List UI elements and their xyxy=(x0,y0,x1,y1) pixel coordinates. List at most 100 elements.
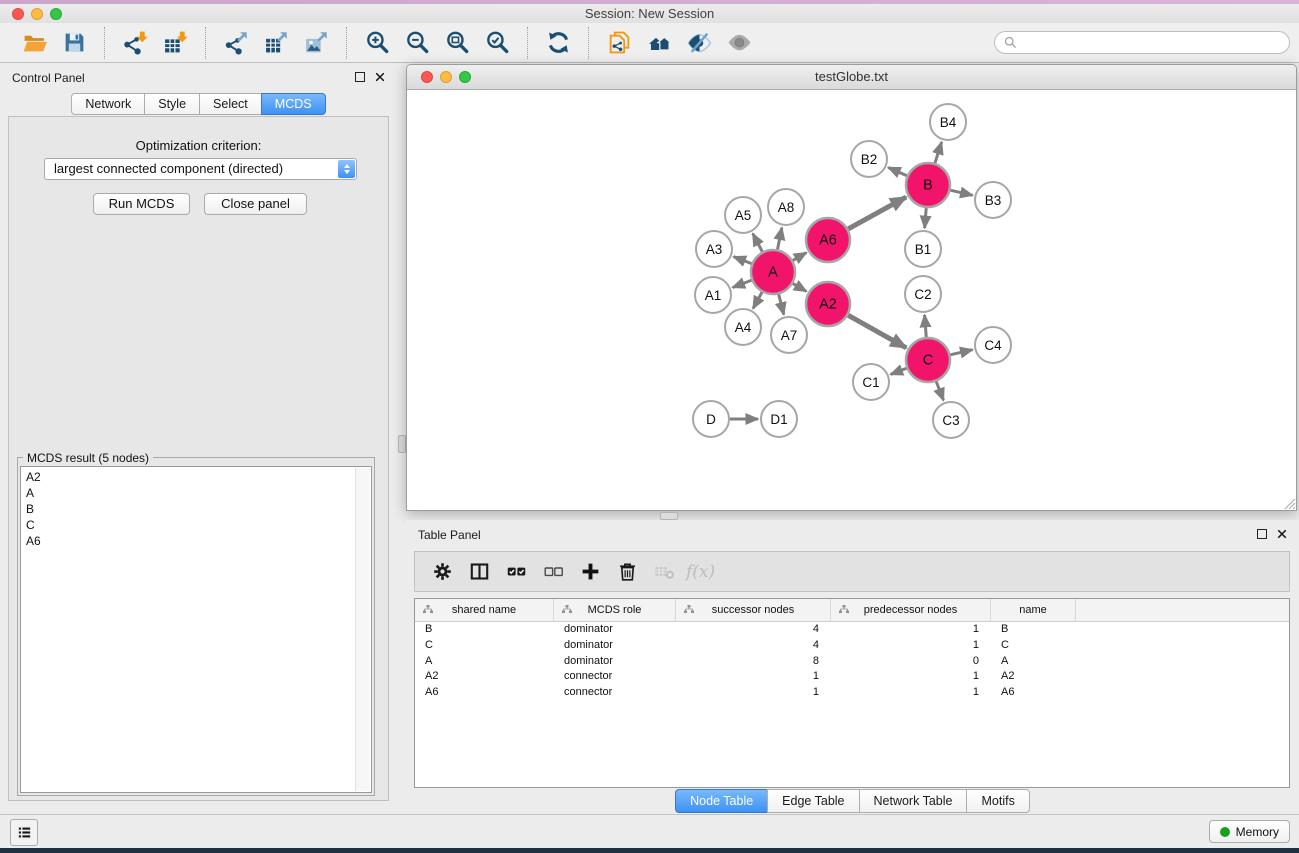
window-title: Session: New Session xyxy=(0,4,1299,24)
network-close-button[interactable] xyxy=(421,71,433,83)
zoom-out-button[interactable] xyxy=(400,28,434,58)
column-header-successor-nodes[interactable]: successor nodes xyxy=(676,599,831,621)
list-icon xyxy=(16,824,33,841)
apply-preferred-layout-button[interactable] xyxy=(541,28,575,58)
mcds-result-groupbox: MCDS result (5 nodes) A2ABCA6 xyxy=(17,457,375,796)
show-columns-button[interactable] xyxy=(464,558,495,586)
tab-select[interactable]: Select xyxy=(199,93,262,115)
edge-B-B2[interactable] xyxy=(888,167,907,175)
table-row[interactable]: A6connector11A6 xyxy=(415,685,1289,701)
zoom-fit-content-button[interactable] xyxy=(440,28,474,58)
network-canvas[interactable]: B4B2BB3A8A5A6A3B1AA1C2A2A4A7C4CC1DD1C3 xyxy=(407,90,1296,510)
export-table-button[interactable] xyxy=(259,28,293,58)
search-box[interactable] xyxy=(994,31,1290,54)
export-image-button[interactable] xyxy=(299,28,333,58)
edge-C-C1[interactable] xyxy=(891,368,907,374)
horizontal-split-grip[interactable] xyxy=(660,512,678,520)
mcds-result-item[interactable]: A2 xyxy=(21,469,371,485)
zoom-in-button[interactable] xyxy=(360,28,394,58)
edge-A-A4[interactable] xyxy=(753,292,762,308)
vertical-split-grip[interactable] xyxy=(398,435,406,453)
table-mode-options-button[interactable] xyxy=(427,558,458,586)
select-all-button[interactable] xyxy=(501,558,532,586)
run-mcds-button[interactable]: Run MCDS xyxy=(93,193,190,215)
edge-A-A1[interactable] xyxy=(733,280,752,287)
search-input[interactable] xyxy=(1022,35,1281,51)
mcds-result-item[interactable]: A xyxy=(21,485,371,501)
tab-network[interactable]: Network xyxy=(71,93,145,115)
table-row[interactable]: Cdominator41C xyxy=(415,638,1289,654)
edge-A-A7[interactable] xyxy=(779,294,784,314)
close-panel-button[interactable]: Close panel xyxy=(204,193,307,215)
mcds-result-item[interactable]: B xyxy=(21,501,371,517)
create-new-column-button[interactable] xyxy=(575,558,606,586)
show-hide-graphics-details-button[interactable] xyxy=(682,28,716,58)
float-table-panel-icon[interactable] xyxy=(1257,529,1267,539)
save-session-button[interactable] xyxy=(57,28,91,58)
edge-C-C3[interactable] xyxy=(936,381,943,400)
tab-style[interactable]: Style xyxy=(144,93,200,115)
column-header-shared-name[interactable]: shared name xyxy=(415,599,554,621)
deselect-all-button[interactable] xyxy=(538,558,569,586)
node-label-C: C xyxy=(923,353,933,369)
delete-columns-button[interactable] xyxy=(612,558,643,586)
toggle-network-view-button[interactable] xyxy=(722,28,756,58)
list-scrollbar[interactable] xyxy=(355,468,370,791)
node-label-D: D xyxy=(706,412,716,427)
memory-button[interactable]: Memory xyxy=(1209,820,1290,843)
edge-A-A6[interactable] xyxy=(793,253,807,261)
open-session-button[interactable] xyxy=(17,28,51,58)
tab-node-table[interactable]: Node Table xyxy=(675,789,768,813)
table-row[interactable]: A2connector11A2 xyxy=(415,669,1289,685)
cytoscape-window: Session: New Session Control Panel xyxy=(0,4,1299,848)
clone-network-button[interactable] xyxy=(602,28,636,58)
table-row[interactable]: Adominator80A xyxy=(415,654,1289,670)
tab-edge-table[interactable]: Edge Table xyxy=(767,789,859,813)
close-panel-icon[interactable] xyxy=(375,72,385,82)
table-row[interactable]: Bdominator41B xyxy=(415,622,1289,638)
column-header-name[interactable]: name xyxy=(991,599,1076,621)
edge-B-B4[interactable] xyxy=(935,142,942,163)
search-icon xyxy=(1003,35,1018,50)
window-resize-grip[interactable] xyxy=(1282,496,1296,510)
column-header-predecessor-nodes[interactable]: predecessor nodes xyxy=(831,599,991,621)
close-window-button[interactable] xyxy=(12,8,24,20)
edge-A-A5[interactable] xyxy=(753,234,763,252)
import-table-from-file-button[interactable] xyxy=(158,28,192,58)
screen: Session: New Session Control Panel xyxy=(0,0,1299,853)
column-header-mcds-role[interactable]: MCDS role xyxy=(554,599,676,621)
tree-icon xyxy=(422,604,434,616)
export-network-button[interactable] xyxy=(219,28,253,58)
table-cell: A xyxy=(991,654,1076,670)
edge-A-A3[interactable] xyxy=(734,257,752,264)
edge-A-A8[interactable] xyxy=(778,228,782,250)
zoom-selected-button[interactable] xyxy=(480,28,514,58)
edge-B-B3[interactable] xyxy=(950,190,972,195)
float-panel-icon[interactable] xyxy=(355,72,365,82)
tab-mcds[interactable]: MCDS xyxy=(261,93,326,115)
edge-B-B1[interactable] xyxy=(925,208,927,228)
edge-C-C2[interactable] xyxy=(925,315,927,337)
tab-network-table[interactable]: Network Table xyxy=(859,789,968,813)
export-image-icon xyxy=(304,30,329,55)
mcds-result-item[interactable]: C xyxy=(21,517,371,533)
mcds-result-item[interactable]: A6 xyxy=(21,533,371,549)
mcds-result-list[interactable]: A2ABCA6 xyxy=(20,466,372,793)
table-cell: 1 xyxy=(676,685,831,701)
tab-motifs[interactable]: Motifs xyxy=(966,789,1029,813)
zoom-window-button[interactable] xyxy=(50,8,62,20)
home-button[interactable] xyxy=(642,28,676,58)
close-table-panel-icon[interactable] xyxy=(1277,529,1287,539)
edge-A2-C[interactable] xyxy=(848,315,906,348)
select-stepper[interactable] xyxy=(338,160,355,178)
network-zoom-button[interactable] xyxy=(459,71,471,83)
edge-C-C4[interactable] xyxy=(950,350,972,355)
optimization-criterion-select[interactable]: largest connected component (directed) xyxy=(44,158,357,180)
minimize-window-button[interactable] xyxy=(31,8,43,20)
table-cell: A2 xyxy=(415,669,554,685)
show-log-button[interactable] xyxy=(10,819,38,846)
edge-A6-B[interactable] xyxy=(848,197,906,229)
import-network-from-file-button[interactable] xyxy=(118,28,152,58)
edge-A-A2[interactable] xyxy=(793,284,807,292)
network-minimize-button[interactable] xyxy=(440,71,452,83)
